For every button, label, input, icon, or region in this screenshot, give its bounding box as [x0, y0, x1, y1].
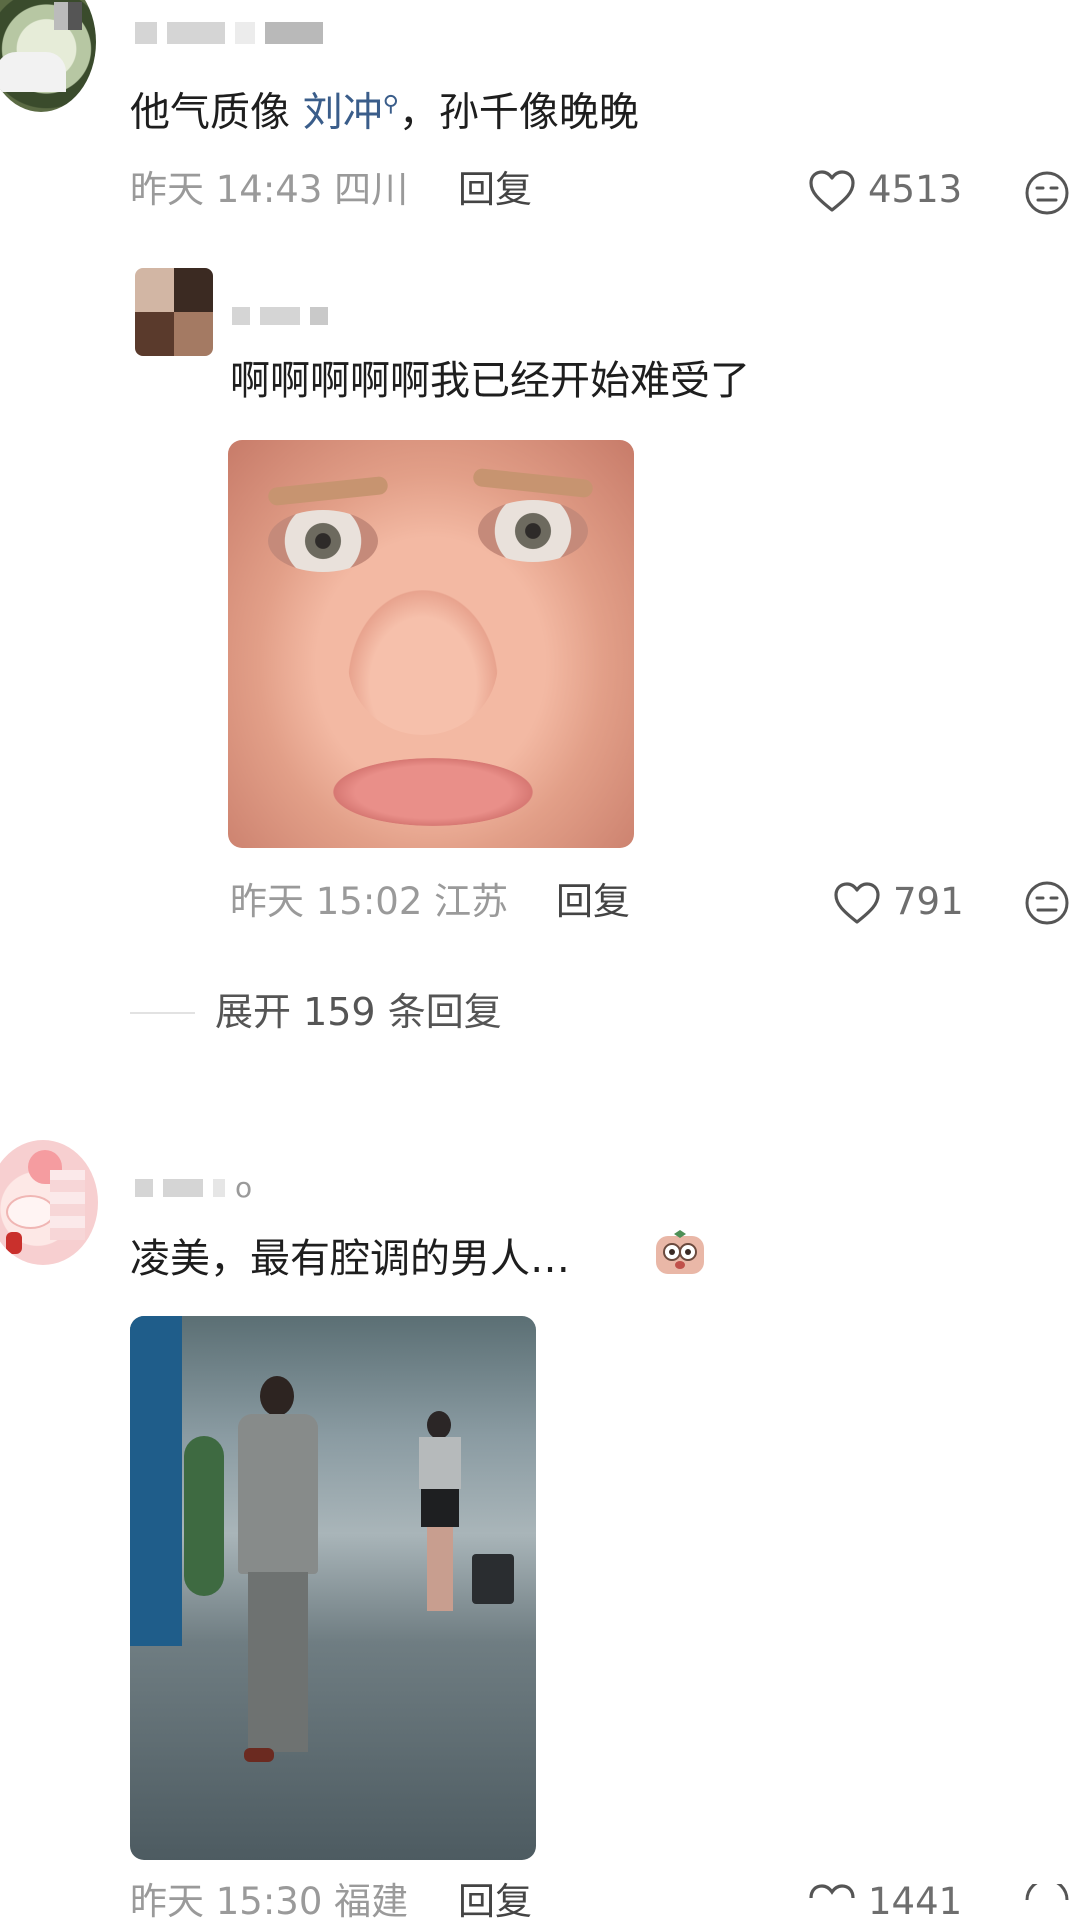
avatar[interactable]	[135, 268, 213, 356]
mention-link[interactable]: 刘冲	[303, 89, 383, 135]
comment-text-part: ，孙千像晚晚	[398, 89, 639, 136]
avatar[interactable]	[0, 1140, 98, 1265]
avatar-detail	[6, 1195, 55, 1229]
heart-icon[interactable]	[808, 170, 856, 214]
comment-text: 凌美，最有腔调的男人…	[130, 1236, 570, 1282]
reply-button[interactable]: 回复	[458, 168, 532, 212]
heart-icon[interactable]	[833, 882, 881, 926]
image-detail	[268, 510, 378, 572]
reply-button[interactable]: 回复	[556, 880, 630, 924]
comment-meta: 昨天 15:30 福建	[130, 1880, 408, 1924]
image-detail	[478, 500, 588, 562]
image-detail	[333, 758, 533, 826]
like-count: 4513	[868, 168, 963, 211]
comment-location: 四川	[334, 168, 409, 211]
comment-location: 福建	[334, 1880, 409, 1923]
comment-text: 他气质像 刘冲⚲，孙千像晚晚	[130, 80, 639, 137]
like-count: 791	[893, 880, 964, 923]
avatar-detail	[0, 52, 66, 92]
search-icon[interactable]: ⚲	[383, 92, 399, 117]
comment-text-part: 他气质像	[130, 89, 303, 136]
avatar-mosaic	[50, 1170, 85, 1240]
reaction-image[interactable]	[228, 440, 634, 848]
neutral-face-icon[interactable]	[1024, 880, 1070, 926]
avatar[interactable]	[0, 0, 96, 112]
video-thumbnail[interactable]	[130, 1316, 536, 1860]
image-detail	[472, 1554, 514, 1604]
comment-time: 昨天 15:30	[130, 1880, 323, 1923]
expand-replies-link[interactable]: 展开 159 条回复	[215, 988, 502, 1036]
username-blurred[interactable]	[135, 22, 323, 44]
comment-meta: 昨天 15:02 江苏	[230, 880, 508, 924]
like-count: 1441	[868, 1880, 963, 1923]
neutral-face-icon[interactable]	[1024, 1884, 1070, 1900]
heart-icon[interactable]	[808, 1884, 856, 1900]
emoji-icon	[656, 1230, 704, 1274]
comment-time: 昨天 14:43	[130, 168, 323, 211]
username-blurred[interactable]	[232, 307, 328, 325]
avatar-mosaic	[54, 2, 82, 30]
image-detail	[415, 1411, 465, 1611]
image-detail	[230, 1376, 325, 1776]
comment-meta: 昨天 14:43 四川	[130, 168, 408, 212]
avatar-detail	[6, 1232, 22, 1254]
image-detail	[348, 590, 498, 735]
image-detail	[184, 1436, 224, 1596]
comment-text: 啊啊啊啊啊我已经开始难受了	[230, 358, 750, 404]
comment-location: 江苏	[434, 880, 509, 923]
divider	[130, 1012, 195, 1014]
username-fragment: o	[235, 1171, 253, 1204]
username-blurred[interactable]: o	[135, 1174, 252, 1202]
image-detail	[267, 475, 389, 507]
reply-button[interactable]: 回复	[458, 1880, 532, 1924]
image-detail	[130, 1316, 182, 1646]
comment-time: 昨天 15:02	[230, 880, 423, 923]
image-detail	[472, 467, 594, 499]
neutral-face-icon[interactable]	[1024, 170, 1070, 216]
